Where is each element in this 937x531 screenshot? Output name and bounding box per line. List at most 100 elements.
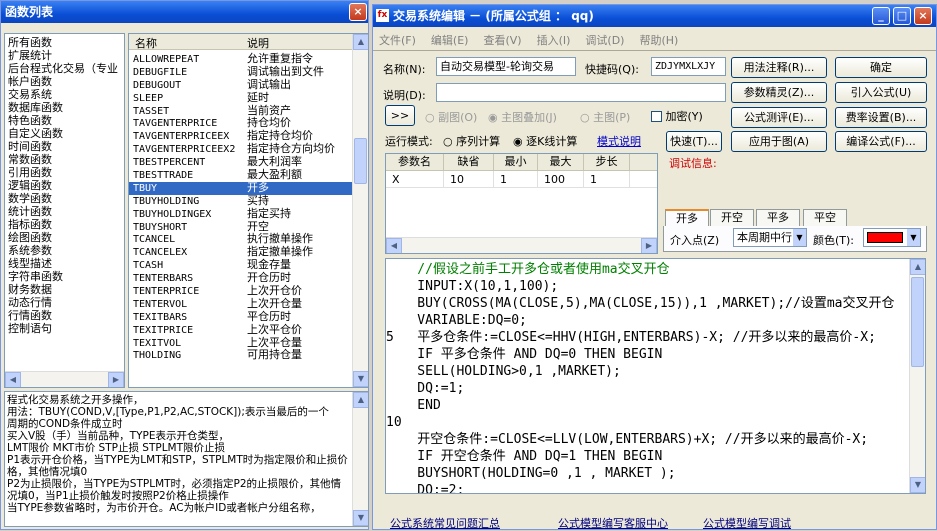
- function-row[interactable]: TEXITVOL 上次平仓量: [129, 336, 353, 350]
- function-row[interactable]: TEXITBARS 平仓历时: [129, 310, 353, 324]
- param-header[interactable]: 缺省: [444, 154, 494, 170]
- function-row[interactable]: TCASH 现金存量: [129, 258, 353, 272]
- param-header[interactable]: 最大: [538, 154, 584, 170]
- param-row[interactable]: X 10 1 100 1: [386, 171, 657, 188]
- entry-point-select[interactable]: 本周期中行 ▼: [733, 228, 807, 247]
- scroll-up-icon[interactable]: ▲: [910, 259, 925, 275]
- function-row[interactable]: TBESTTRADE 最大盈利额: [129, 168, 353, 182]
- formula-test-button[interactable]: 公式测评(E)...: [731, 107, 827, 128]
- param-cell[interactable]: X: [386, 171, 444, 187]
- category-item[interactable]: 自定义函数: [5, 127, 124, 140]
- expand-button[interactable]: >>: [385, 105, 415, 126]
- code-editor[interactable]: //假设之前手工开多仓或者使用ma交叉开仓 INPUT:X(10,1,100);…: [385, 258, 926, 494]
- category-item[interactable]: 动态行情: [5, 296, 124, 309]
- column-desc-header[interactable]: 说明: [247, 35, 269, 51]
- color-select[interactable]: ▼: [863, 228, 921, 247]
- close-icon[interactable]: ×: [914, 7, 932, 25]
- category-item[interactable]: 系统参数: [5, 244, 124, 257]
- function-row[interactable]: DEBUGFILE 调试输出到文件: [129, 65, 353, 79]
- function-row[interactable]: TENTERVOL 上次开仓量: [129, 297, 353, 311]
- function-row[interactable]: TBUYSHORT 开空: [129, 220, 353, 234]
- function-row[interactable]: TCANCEL 执行撤单操作: [129, 233, 353, 246]
- category-item[interactable]: 数学函数: [5, 192, 124, 205]
- param-cell[interactable]: 1: [584, 171, 630, 187]
- category-item[interactable]: 控制语句: [5, 322, 124, 335]
- menu-item[interactable]: 文件(F): [379, 32, 416, 48]
- menu-item[interactable]: 调试(D): [585, 32, 624, 48]
- category-list[interactable]: 所有函数 扩展统计 后台程式化交易（专业 帐户函数 交易系统 数据库函数 特色函数 自定义函数…: [4, 33, 125, 388]
- apply-to-chart-button[interactable]: 应用于图(A): [731, 131, 827, 152]
- radio-main-overlay[interactable]: ◉ 主图叠加(J): [488, 109, 557, 125]
- category-item[interactable]: 时间函数: [5, 140, 124, 153]
- function-row[interactable]: TENTERBARS 开仓历时: [129, 271, 353, 285]
- function-row[interactable]: ALLOWREPEAT 允许重复指令: [129, 52, 353, 66]
- function-row[interactable]: DEBUGOUT 调试输出: [129, 78, 353, 92]
- param-header[interactable]: 参数名: [386, 154, 444, 170]
- param-wizard-button[interactable]: 参数精灵(Z)...: [731, 82, 827, 103]
- function-row[interactable]: TBUYHOLDINGEX 指定买持: [129, 207, 353, 221]
- function-table[interactable]: 名称 说明 ALLOWREPEAT 允许重复指令 DEBUGFILE 调试输出到文件 D…: [128, 33, 369, 388]
- function-row[interactable]: TAVGENTERPRICE 持仓均价: [129, 117, 353, 130]
- function-row[interactable]: TASSET 当前资产: [129, 104, 353, 118]
- radio-sub-chart[interactable]: ○ 副图(O): [425, 109, 477, 125]
- menu-item[interactable]: 帮助(H): [639, 32, 678, 48]
- function-row[interactable]: TEXITPRICE 上次平仓价: [129, 323, 353, 337]
- function-row[interactable]: THOLDING 可用持仓量: [129, 349, 353, 362]
- param-cell[interactable]: 1: [494, 171, 538, 187]
- param-cell[interactable]: 100: [538, 171, 584, 187]
- category-item[interactable]: 行情函数: [5, 309, 124, 322]
- parameter-table[interactable]: 参数名 缺省 最小 最大 步长 X 10 1 100 1 ◀ ▶: [385, 153, 658, 254]
- close-icon[interactable]: ×: [349, 3, 367, 21]
- minimize-icon[interactable]: _: [872, 7, 890, 25]
- support-link[interactable]: 公式模型编写客服中心: [558, 515, 668, 531]
- quick-button[interactable]: 快速(T)...: [666, 131, 722, 152]
- category-item[interactable]: 数据库函数: [5, 101, 124, 114]
- function-row[interactable]: TAVGENTERPRICEEX2 指定持仓方向均价: [129, 142, 353, 156]
- category-item[interactable]: 扩展统计: [5, 49, 124, 62]
- description-input[interactable]: [436, 83, 726, 102]
- category-item[interactable]: 引用函数: [5, 166, 124, 179]
- category-item[interactable]: 后台程式化交易（专业: [5, 62, 124, 75]
- scroll-down-icon[interactable]: ▼: [910, 477, 925, 493]
- scroll-left-icon[interactable]: ◀: [386, 238, 402, 253]
- category-item[interactable]: 帐户函数: [5, 75, 124, 88]
- tab-2[interactable]: 平多: [756, 209, 800, 227]
- menu-item[interactable]: 插入(I): [537, 32, 571, 48]
- shortcut-input[interactable]: ZDJYMXLXJY: [651, 57, 726, 76]
- radio-sequence[interactable]: ○ 序列计算: [443, 133, 500, 149]
- maximize-icon[interactable]: □: [893, 7, 911, 25]
- compile-formula-button[interactable]: 编译公式(F)...: [835, 131, 927, 152]
- category-item[interactable]: 统计函数: [5, 205, 124, 218]
- category-item[interactable]: 绘图函数: [5, 231, 124, 244]
- function-row[interactable]: TBESTPERCENT 最大利润率: [129, 155, 353, 169]
- function-row[interactable]: TENTERPRICE 上次开仓价: [129, 284, 353, 298]
- scroll-up-icon[interactable]: ▲: [353, 34, 368, 50]
- import-formula-button[interactable]: 引入公式(U): [835, 82, 927, 103]
- tab-3[interactable]: 平空: [803, 209, 847, 227]
- name-input[interactable]: 自动交易模型-轮询交易: [436, 57, 576, 76]
- category-item[interactable]: 交易系统: [5, 88, 124, 101]
- menu-item[interactable]: 编辑(E): [431, 32, 469, 48]
- radio-per-bar[interactable]: ◉ 逐K线计算: [513, 133, 577, 149]
- function-row[interactable]: TBUY 开多: [129, 181, 353, 195]
- ok-button[interactable]: 确定: [835, 57, 927, 78]
- param-cell[interactable]: 10: [444, 171, 494, 187]
- category-item[interactable]: 字符串函数: [5, 270, 124, 283]
- function-row[interactable]: SLEEP 延时: [129, 91, 353, 105]
- category-item[interactable]: 常数函数: [5, 153, 124, 166]
- category-item[interactable]: 特色函数: [5, 114, 124, 127]
- function-row[interactable]: TCANCELEX 指定撤单操作: [129, 245, 353, 259]
- category-item[interactable]: 线型描述: [5, 257, 124, 270]
- radio-main-chart[interactable]: ○ 主图(P): [580, 109, 630, 125]
- menu-item[interactable]: 查看(V): [483, 32, 521, 48]
- tab-0[interactable]: 开多: [665, 209, 709, 227]
- param-header[interactable]: 步长: [584, 154, 630, 170]
- faq-link[interactable]: 公式系统常见问题汇总: [390, 515, 500, 531]
- scroll-right-icon[interactable]: ▶: [641, 238, 657, 253]
- scroll-left-icon[interactable]: ◀: [5, 372, 21, 387]
- scroll-right-icon[interactable]: ▶: [108, 372, 124, 387]
- debug-link[interactable]: 公式模型编写调试: [703, 515, 791, 531]
- function-row[interactable]: TBUYHOLDING 买持: [129, 194, 353, 208]
- tab-1[interactable]: 开空: [710, 209, 754, 227]
- scroll-down-icon[interactable]: ▼: [353, 510, 368, 526]
